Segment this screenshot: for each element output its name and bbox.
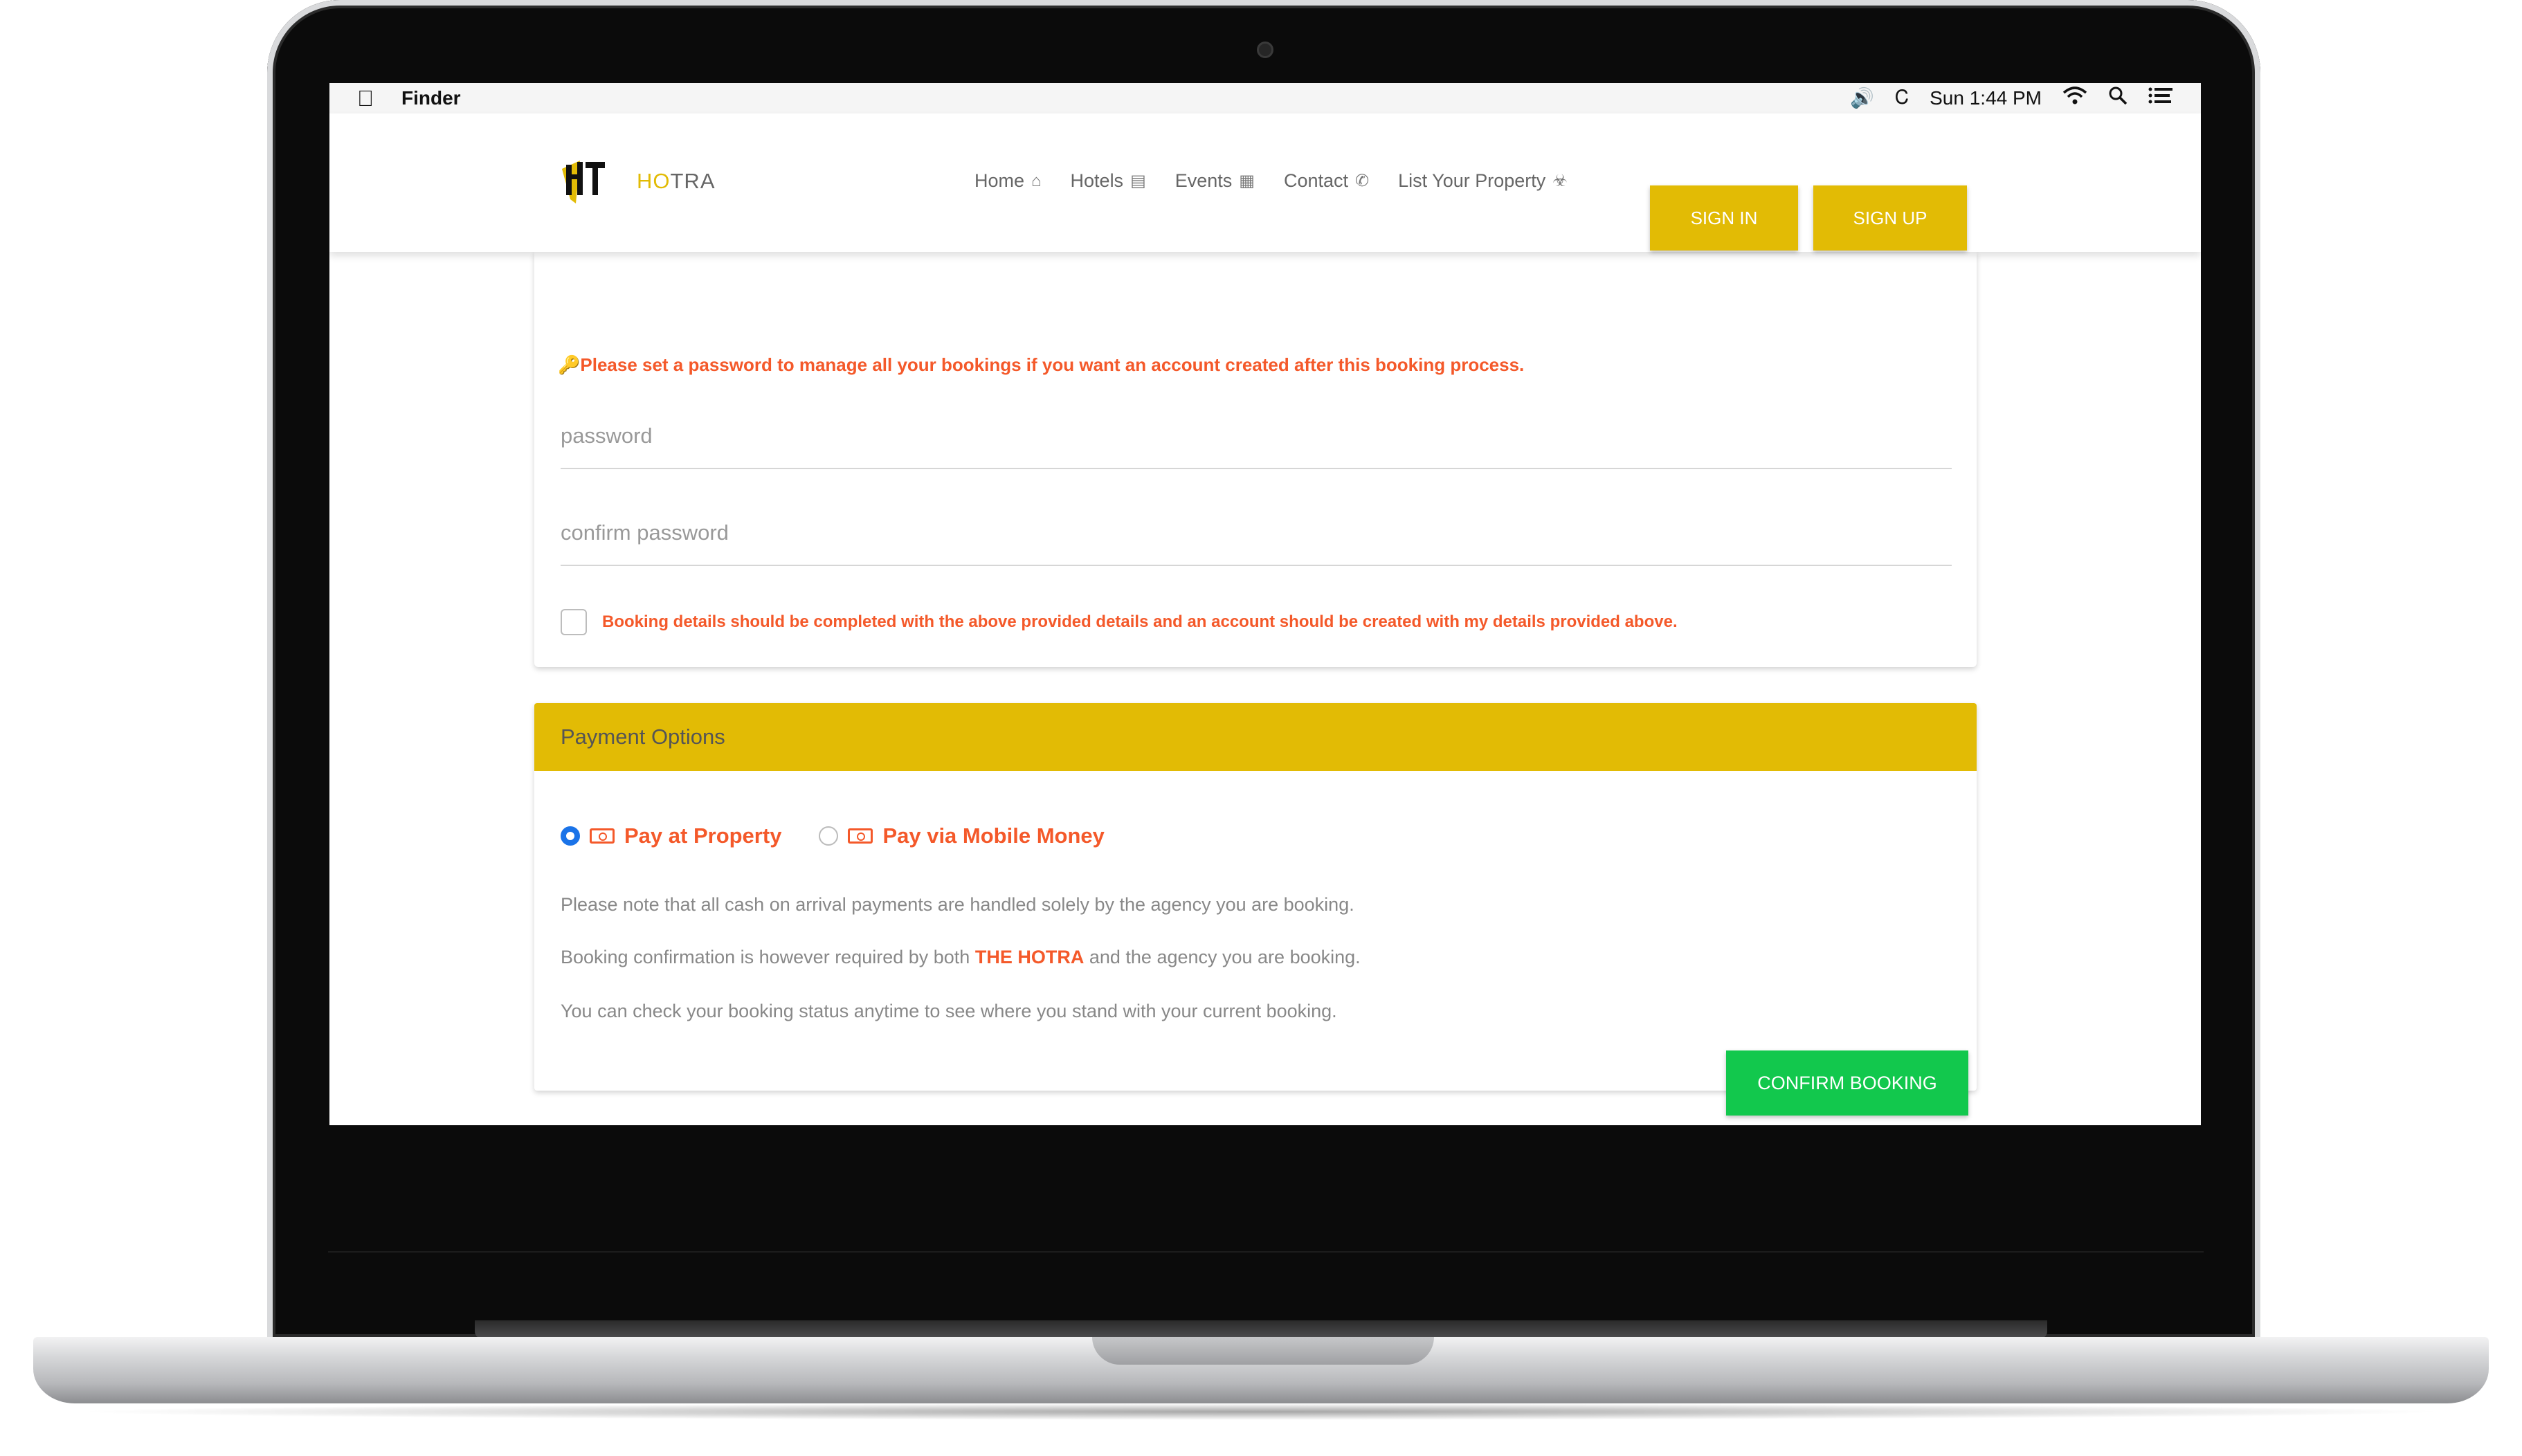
note-pre: Booking confirmation is however required… (561, 947, 970, 967)
pay-at-property-label[interactable]: Pay at Property (624, 823, 781, 848)
password-field-wrap (561, 424, 1952, 469)
create-account-checkbox[interactable] (561, 609, 587, 635)
account-card: 🔑Please set a password to manage all you… (534, 252, 1977, 667)
logo-icon[interactable] (561, 158, 606, 206)
payment-title: Payment Options (534, 703, 1977, 771)
laptop-shadow (69, 1403, 2453, 1420)
brand-tra: TRA (670, 169, 716, 193)
list-icon[interactable] (2148, 86, 2173, 110)
payment-card: Payment Options Pay at Property Pay via … (534, 703, 1977, 1091)
key-icon: 🔑 (558, 354, 581, 375)
nav-hotels[interactable]: Hotels ▤ (1071, 170, 1146, 192)
sign-up-button[interactable]: SIGN UP (1813, 185, 1967, 251)
camera-icon (1257, 42, 1273, 58)
nav-home[interactable]: Home ⌂ (974, 170, 1042, 192)
note-brand: THE HOTRA (974, 947, 1085, 967)
cash-icon (848, 828, 873, 844)
menu-bar:  Finder 🔊 Ꮯ Sun 1:44 PM (329, 83, 2201, 114)
pay-mobile-money-label[interactable]: Pay via Mobile Money (882, 823, 1104, 848)
nav-hotels-label: Hotels (1070, 170, 1124, 191)
bluetooth-icon[interactable]: Ꮯ (1895, 87, 1909, 109)
main-nav: Home ⌂ Hotels ▤ Events ▦ Contact ✆ List Your… (974, 170, 1568, 192)
handshake-icon: ☣ (1552, 172, 1568, 190)
site-header: HOTRA Home ⌂ Hotels ▤ Events ▦ Contact ✆ Lis… (329, 113, 2201, 252)
password-warning-text: Please set a password to manage all your… (580, 354, 1525, 375)
pay-at-property-radio[interactable] (561, 826, 580, 846)
nav-home-label: Home (974, 170, 1025, 191)
password-field[interactable] (561, 424, 1952, 448)
bed-icon: ▤ (1130, 172, 1146, 190)
building-icon: ▦ (1239, 172, 1255, 190)
cash-icon (590, 828, 615, 844)
payment-options: Pay at Property Pay via Mobile Money (561, 823, 1105, 848)
create-account-row: Booking details should be completed with… (561, 609, 1678, 635)
payment-note-confirmation: Booking confirmation is however required… (561, 947, 1361, 968)
laptop-hinge (475, 1320, 2047, 1338)
apple-icon[interactable]:  (357, 86, 374, 111)
payment-note-cash: Please note that all cash on arrival pay… (561, 894, 1354, 915)
phone-icon: ✆ (1355, 172, 1370, 190)
app-name[interactable]: Finder (401, 87, 461, 109)
wifi-icon[interactable] (2062, 86, 2087, 110)
nav-contact-label: Contact (1283, 170, 1349, 191)
screen:  Finder 🔊 Ꮯ Sun 1:44 PM (329, 83, 2201, 1125)
nav-events-label: Events (1174, 170, 1233, 191)
note-post: and the agency you are booking. (1089, 947, 1361, 967)
volume-icon[interactable]: 🔊 (1850, 87, 1874, 109)
payment-note-status: You can check your booking status anytim… (561, 1001, 1337, 1021)
confirm-booking-button[interactable]: CONFIRM BOOKING (1726, 1050, 1968, 1116)
bezel-chin (328, 1251, 2204, 1253)
sign-in-button[interactable]: SIGN IN (1650, 185, 1798, 251)
laptop-notch (1092, 1337, 1434, 1365)
brand-ho: HO (637, 169, 671, 193)
status-area: 🔊 Ꮯ Sun 1:44 PM (1850, 86, 2173, 110)
create-account-label[interactable]: Booking details should be completed with… (602, 612, 1678, 632)
nav-list-property-label: List Your Property (1398, 170, 1546, 191)
brand-name[interactable]: HOTRA (637, 169, 716, 194)
nav-contact[interactable]: Contact ✆ (1284, 170, 1369, 192)
search-icon[interactable] (2108, 86, 2128, 110)
clock[interactable]: Sun 1:44 PM (1930, 87, 2042, 109)
nav-list-property[interactable]: List Your Property ☣ (1398, 170, 1568, 192)
pay-mobile-money-radio[interactable] (819, 826, 839, 846)
password-warning: 🔑Please set a password to manage all you… (558, 354, 1524, 376)
confirm-password-field[interactable] (561, 520, 1952, 545)
home-icon: ⌂ (1031, 171, 1042, 190)
confirm-password-field-wrap (561, 520, 1952, 566)
nav-events[interactable]: Events ▦ (1175, 170, 1255, 192)
